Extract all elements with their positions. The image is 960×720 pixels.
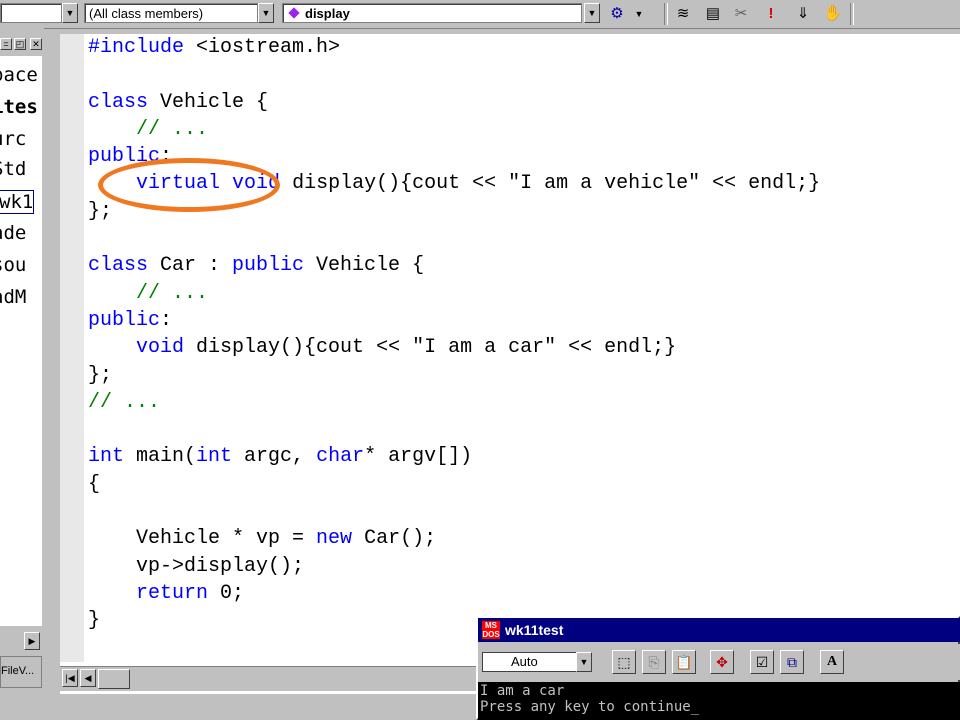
scope-combo[interactable]	[0, 3, 62, 23]
tree-item[interactable]: sou	[0, 254, 26, 276]
highlight-ellipse	[98, 158, 280, 212]
code-line: {	[88, 472, 101, 496]
execute-icon[interactable]: !	[760, 3, 782, 25]
code-line: int main(int argc, char* argv[])	[88, 445, 473, 469]
close-icon[interactable]: ✕	[30, 38, 42, 50]
code-line: return 0;	[136, 581, 245, 605]
code-line: };	[88, 363, 113, 387]
fullscreen-icon[interactable]: ✥	[710, 650, 734, 674]
workspace-icon[interactable]: ≋	[672, 3, 694, 25]
scope-combo-arrow[interactable]: ▼	[62, 3, 78, 23]
tree-item[interactable]: ade	[0, 222, 26, 244]
code-line: class Car : public Vehicle {	[88, 254, 425, 278]
console-title: wk11test	[505, 622, 564, 638]
tree-item-selected[interactable]: wk1	[0, 190, 35, 214]
console-line: Press any key to continue_	[480, 699, 700, 715]
main-toolbar: ▼ (All class members) ▼ display ▼ ⚙ ▼ ≋ …	[0, 0, 960, 29]
hand-icon[interactable]: ✋	[822, 3, 844, 25]
workspace-tree[interactable]: pace ites urc Std wk1 ade sou adM	[0, 56, 42, 626]
font-icon[interactable]: A	[820, 650, 844, 674]
code-line: #include <iostream.h>	[88, 36, 341, 59]
wizard-dropdown-icon[interactable]: ▼	[628, 3, 650, 25]
code-line: // ...	[88, 390, 161, 414]
font-size-value: Auto	[511, 654, 538, 669]
workspace-header: = ◰ ✕	[0, 36, 48, 54]
build-icon[interactable]: ✂	[730, 3, 752, 25]
float-icon[interactable]: ◰	[14, 38, 26, 50]
tree-item[interactable]: pace	[0, 64, 38, 86]
code-line: Vehicle * vp = new Car();	[88, 527, 437, 551]
workspace-scrollbar[interactable]: ▶	[0, 632, 42, 650]
code-line: // ...	[136, 281, 209, 305]
tree-item[interactable]: Std	[0, 158, 26, 180]
font-size-arrow[interactable]: ▼	[576, 652, 592, 672]
background-icon[interactable]: ⧉	[780, 650, 804, 674]
console-line: I am a car	[480, 683, 565, 699]
console-output[interactable]: I am a car Press any key to continue_	[478, 682, 960, 720]
insert-icon[interactable]: ⇓	[792, 3, 814, 25]
toolbar-separator	[664, 3, 668, 25]
code-line: vp->display();	[88, 554, 305, 578]
code-line: void display(){cout << "I am a car" << e…	[136, 336, 677, 360]
code-text[interactable]: #include <iostream.h> class Vehicle { //…	[88, 34, 960, 635]
scroll-right-icon[interactable]: ▶	[24, 632, 40, 650]
output-icon[interactable]: ▤	[702, 3, 724, 25]
fileview-tab[interactable]: FileV...	[0, 656, 42, 688]
code-line: class Vehicle {	[88, 90, 269, 114]
tree-item[interactable]: adM	[0, 286, 26, 308]
members-combo-arrow[interactable]: ▼	[258, 3, 274, 23]
copy-icon[interactable]: ⎘	[642, 650, 666, 674]
function-combo[interactable]: display	[282, 3, 582, 23]
code-line: public:	[88, 308, 173, 332]
scroll-thumb[interactable]	[98, 669, 130, 689]
console-toolbar: Auto ▼ ⬚ ⎘ 📋 ✥ ☑ ⧉ A	[478, 644, 960, 680]
toolbar-separator	[850, 3, 854, 25]
tree-item[interactable]: ites	[0, 96, 38, 118]
paste-icon[interactable]: 📋	[672, 650, 696, 674]
scroll-begin-icon[interactable]: |◀	[62, 669, 78, 687]
msdos-icon: MS DOS	[482, 621, 500, 639]
editor-gutter	[60, 34, 84, 662]
scroll-left-icon[interactable]: ◀	[80, 669, 96, 687]
tree-item[interactable]: urc	[0, 128, 26, 150]
mark-icon[interactable]: ⬚	[612, 650, 636, 674]
font-size-combo[interactable]: Auto	[482, 652, 578, 672]
function-combo-arrow[interactable]: ▼	[584, 3, 600, 23]
restore-icon[interactable]: =	[0, 38, 12, 50]
console-titlebar[interactable]: MS DOS wk11test	[478, 618, 960, 642]
properties-icon[interactable]: ☑	[750, 650, 774, 674]
members-combo[interactable]: (All class members)	[84, 3, 258, 23]
function-combo-label: display	[305, 6, 350, 21]
code-line: // ...	[136, 117, 209, 141]
wizard-action-icon[interactable]: ⚙	[606, 3, 628, 25]
